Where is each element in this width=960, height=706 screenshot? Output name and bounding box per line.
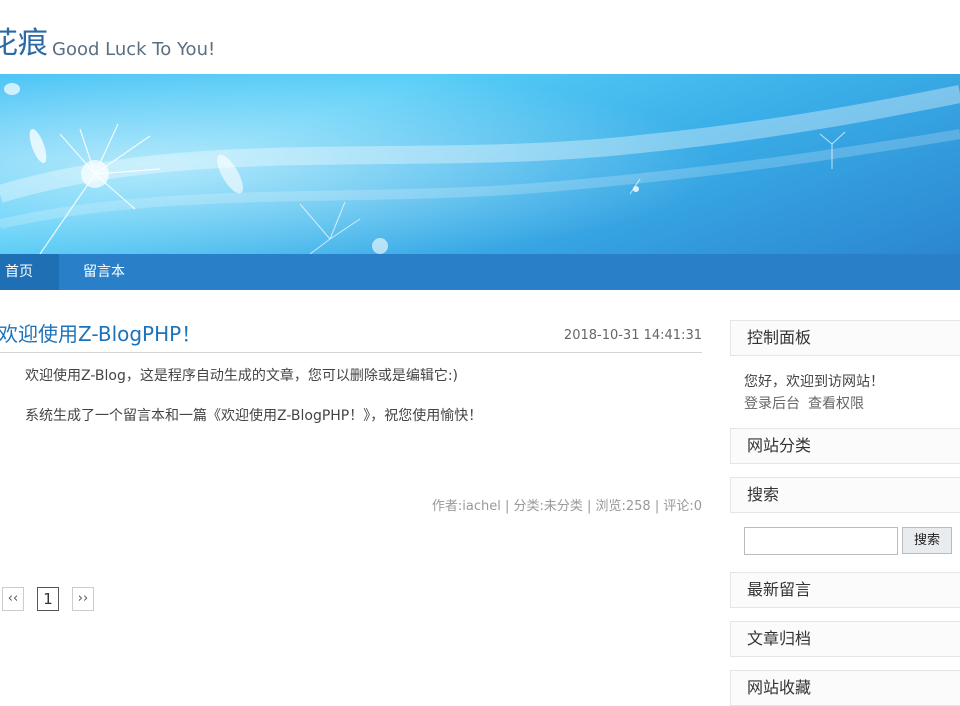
widget-title-categories[interactable]: 网站分类 bbox=[730, 428, 960, 464]
pagination-prev-button[interactable]: ‹‹ bbox=[2, 587, 24, 611]
search-input[interactable] bbox=[744, 527, 898, 555]
widget-title-favorites: 网站收藏 bbox=[730, 670, 960, 706]
widget-title-archives: 文章归档 bbox=[730, 621, 960, 657]
article-paragraph: 欢迎使用Z-Blog，这是程序自动生成的文章，您可以删除或是编辑它:) bbox=[25, 368, 459, 384]
widget-title-control-panel: 控制面板 bbox=[730, 320, 960, 356]
article-meta: 作者:iachel | 分类:未分类 | 浏览:258 | 评论:0 bbox=[431, 499, 702, 514]
site-header: 花痕 Good Luck To You! bbox=[0, 0, 960, 74]
site-title[interactable]: 花痕 bbox=[0, 26, 48, 62]
article-paragraph: 系统生成了一个留言本和一篇《欢迎使用Z-BlogPHP！》，祝您使用愉快！ bbox=[25, 408, 483, 424]
header-banner bbox=[0, 74, 960, 254]
login-admin-link[interactable]: 登录后台 bbox=[744, 396, 800, 412]
nav-item-home[interactable]: 首页 bbox=[0, 254, 59, 290]
search-button[interactable]: 搜索 bbox=[902, 527, 952, 554]
control-panel-welcome: 您好，欢迎到访网站！ bbox=[744, 374, 884, 390]
widget-title-latest-comments: 最新留言 bbox=[730, 572, 960, 608]
pagination-page-current[interactable]: 1 bbox=[37, 587, 59, 611]
article-date: 2018-10-31 14:41:31 bbox=[563, 328, 702, 343]
widget-title-search: 搜索 bbox=[730, 477, 960, 513]
site-subtitle: Good Luck To You! bbox=[52, 39, 216, 60]
article-divider bbox=[0, 352, 702, 353]
pagination-next-button[interactable]: ›› bbox=[72, 587, 94, 611]
view-permissions-link[interactable]: 查看权限 bbox=[808, 396, 864, 412]
nav-item-guestbook[interactable]: 留言本 bbox=[57, 254, 151, 290]
dandelion-illustration bbox=[0, 74, 960, 254]
main-nav: 首页 留言本 bbox=[0, 254, 960, 290]
article-title[interactable]: 欢迎使用Z-BlogPHP！ bbox=[0, 320, 201, 348]
control-panel-links: 登录后台 查看权限 bbox=[744, 393, 872, 413]
